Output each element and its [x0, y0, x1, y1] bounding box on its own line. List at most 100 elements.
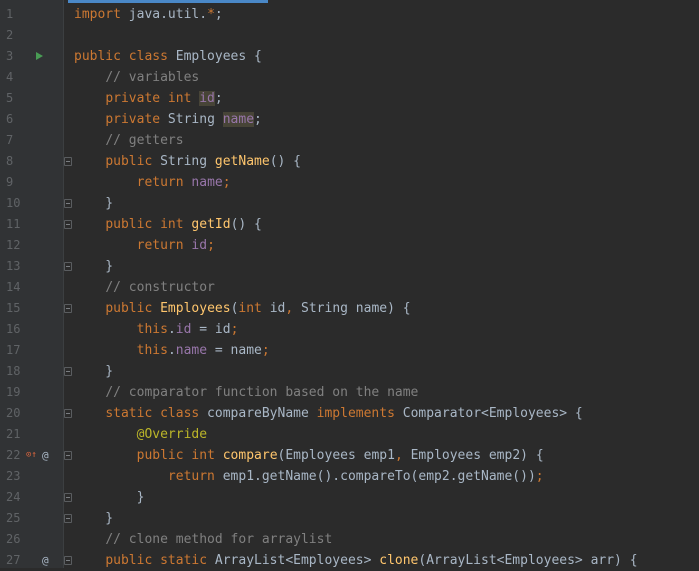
code-line[interactable]: 12 return id; [0, 235, 699, 256]
code-text: this.id = id; [74, 319, 239, 340]
code-token: ; [261, 343, 270, 358]
fold-end-icon[interactable] [64, 262, 72, 271]
code-token: Employees emp2) { [402, 448, 544, 463]
code-token: compare [222, 448, 278, 463]
code-line[interactable]: 8 public String getName() { [0, 151, 699, 172]
line-number: 5 [6, 91, 14, 105]
code-token: return [167, 469, 215, 484]
line-number: 8 [6, 154, 14, 168]
code-editor[interactable]: 1 import java.util.*; 2 3 public class Emplo… [0, 0, 699, 568]
code-line[interactable]: 3 public class Employees { [0, 46, 699, 67]
code-token: clone [379, 553, 419, 568]
code-text: } [74, 487, 145, 508]
code-line[interactable]: 11 public int getId() { [0, 214, 699, 235]
code-token: ; [222, 175, 231, 190]
code-line[interactable]: 20 static class compareByName implements… [0, 403, 699, 424]
fold-collapse-icon[interactable] [64, 451, 72, 460]
fold-end-icon[interactable] [64, 493, 72, 502]
fold-end-icon[interactable] [64, 199, 72, 208]
code-line[interactable]: 17 this.name = name; [0, 340, 699, 361]
code-token: ; [230, 322, 239, 337]
fold-collapse-icon[interactable] [64, 304, 72, 313]
code-token: // comparator function based on the name [105, 385, 419, 400]
annotation-icon[interactable]: @ [42, 445, 49, 466]
code-token: static class [105, 406, 200, 421]
code-line[interactable]: 19 // comparator function based on the n… [0, 382, 699, 403]
code-token: ; [214, 7, 223, 22]
code-token: name [191, 175, 223, 190]
code-text: } [74, 256, 113, 277]
horizontal-scroll-indicator[interactable] [68, 0, 268, 3]
implements-method-icon[interactable]: ⊙↑ [26, 450, 37, 461]
code-line[interactable]: 1 import java.util.*; [0, 4, 699, 25]
code-line[interactable]: 5 private int id; [0, 88, 699, 109]
code-line[interactable]: 21 @Override [0, 424, 699, 445]
code-token: name [222, 112, 255, 127]
line-number: 4 [6, 70, 14, 84]
line-number: 20 [6, 406, 21, 420]
code-token: String [152, 154, 215, 169]
code-line[interactable]: 24 } [0, 487, 699, 508]
code-line[interactable]: 6 private String name; [0, 109, 699, 130]
code-token: java.util. [120, 7, 208, 22]
code-token: Employees [160, 301, 231, 316]
line-number: 17 [6, 343, 21, 357]
code-text: // getters [74, 130, 183, 151]
code-line[interactable]: 26 // clone method for arraylist [0, 529, 699, 550]
code-text: @Override [74, 424, 207, 445]
code-token: } [74, 511, 114, 526]
code-token: . [167, 343, 176, 358]
code-text: // clone method for arraylist [74, 529, 332, 550]
code-token: public static [105, 553, 208, 568]
fold-collapse-icon[interactable] [64, 409, 72, 418]
fold-collapse-icon[interactable] [64, 556, 72, 565]
line-number: 18 [6, 364, 21, 378]
code-token: String name) { [293, 301, 411, 316]
code-line[interactable]: 7 // getters [0, 130, 699, 151]
code-line[interactable]: 16 this.id = id; [0, 319, 699, 340]
code-line[interactable]: 18 } [0, 361, 699, 382]
code-line[interactable]: 9 return name; [0, 172, 699, 193]
line-number: 21 [6, 427, 21, 441]
code-line[interactable]: 2 [0, 25, 699, 46]
code-line[interactable]: 10 } [0, 193, 699, 214]
code-token: } [74, 196, 114, 211]
code-line[interactable]: 4 // variables [0, 67, 699, 88]
code-text: // comparator function based on the name [74, 382, 418, 403]
code-token: ; [214, 91, 223, 106]
code-token: id [175, 322, 192, 337]
code-line[interactable]: 22 ⊙↑ @ public int compare(Employees emp1,… [0, 445, 699, 466]
code-line[interactable]: 13 } [0, 256, 699, 277]
code-line[interactable]: 14 // constructor [0, 277, 699, 298]
code-line[interactable]: 25 } [0, 508, 699, 529]
code-token: int [238, 301, 262, 316]
code-text: return id; [74, 235, 215, 256]
code-line[interactable]: 15 public Employees(int id, String name)… [0, 298, 699, 319]
code-token: public int [136, 448, 215, 463]
fold-end-icon[interactable] [64, 514, 72, 523]
code-token: (Employees emp1 [277, 448, 395, 463]
code-token: import [74, 7, 121, 22]
fold-collapse-icon[interactable] [64, 220, 72, 229]
code-line[interactable]: 23 return emp1.getName().compareTo(emp2.… [0, 466, 699, 487]
code-token: compareByName [199, 406, 317, 421]
code-text: return emp1.getName().compareTo(emp2.get… [74, 466, 544, 487]
code-token: return [136, 238, 184, 253]
code-token: public [105, 154, 153, 169]
fold-end-icon[interactable] [64, 367, 72, 376]
line-number: 13 [6, 259, 21, 273]
code-token: , [394, 448, 403, 463]
code-token: id [261, 301, 286, 316]
run-icon[interactable] [36, 52, 43, 60]
code-token: getName [214, 154, 270, 169]
fold-collapse-icon[interactable] [64, 157, 72, 166]
code-text: static class compareByName implements Co… [74, 403, 582, 424]
